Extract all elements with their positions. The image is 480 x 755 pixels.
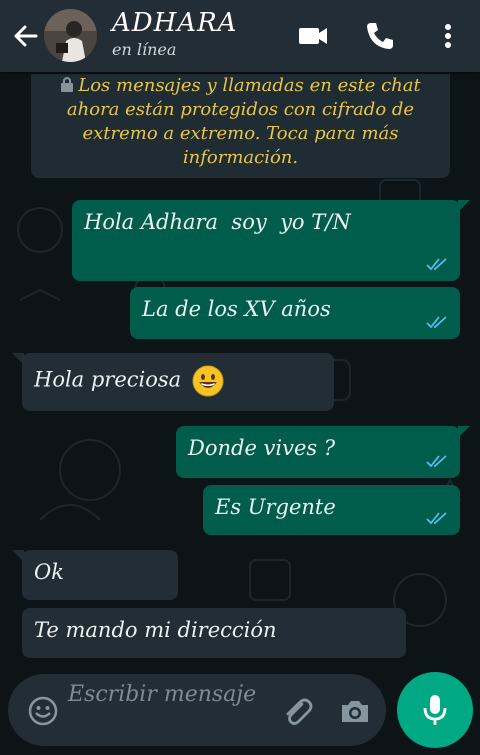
message-input[interactable]: Escribir mensaje — [68, 680, 268, 740]
message-incoming[interactable]: Hola preciosa — [12, 353, 334, 411]
phone-icon[interactable] — [362, 18, 398, 54]
message-outgoing[interactable]: La de los XV años — [130, 287, 460, 339]
more-options-icon[interactable] — [430, 18, 466, 54]
avatar[interactable] — [44, 9, 97, 62]
back-arrow-icon[interactable] — [8, 18, 44, 54]
grinning-face-emoji — [192, 365, 224, 397]
contact-name[interactable]: ADHARA — [112, 8, 237, 38]
lock-icon — [61, 77, 74, 92]
attach-icon[interactable] — [280, 694, 314, 728]
encryption-notice[interactable]: Los mensajes y llamadas en este chat aho… — [31, 74, 450, 178]
message-outgoing[interactable]: Donde vives ? — [176, 426, 470, 478]
message-text: Hola preciosa — [34, 367, 182, 392]
mic-button[interactable] — [397, 672, 473, 748]
message-outgoing[interactable]: Hola Adhara soy yo T/N — [72, 200, 470, 281]
message-incoming[interactable]: Te mando mi dirección — [22, 608, 406, 658]
message-text: La de los XV años — [142, 297, 331, 321]
video-call-icon[interactable] — [295, 18, 331, 54]
read-ticks-icon — [426, 316, 447, 329]
encryption-notice-text: Los mensajes y llamadas en este chat aho… — [66, 75, 421, 168]
message-text: Ok — [34, 560, 64, 584]
mic-icon — [423, 695, 447, 725]
message-outgoing[interactable]: Es Urgente — [203, 485, 460, 535]
message-text: Te mando mi dirección — [34, 618, 277, 642]
message-incoming[interactable]: Ok — [12, 550, 178, 600]
read-ticks-icon — [426, 258, 447, 271]
message-text: Hola Adhara soy yo T/N — [84, 210, 351, 234]
camera-icon[interactable] — [338, 694, 372, 728]
chat-header: ADHARA en línea — [0, 0, 480, 72]
contact-status: en línea — [112, 40, 177, 59]
emoji-icon[interactable] — [28, 696, 58, 726]
read-ticks-icon — [426, 512, 447, 525]
message-text: Es Urgente — [215, 495, 336, 519]
message-input-bar: Escribir mensaje — [8, 674, 386, 746]
message-text: Donde vives ? — [188, 436, 336, 460]
read-ticks-icon — [426, 455, 447, 468]
